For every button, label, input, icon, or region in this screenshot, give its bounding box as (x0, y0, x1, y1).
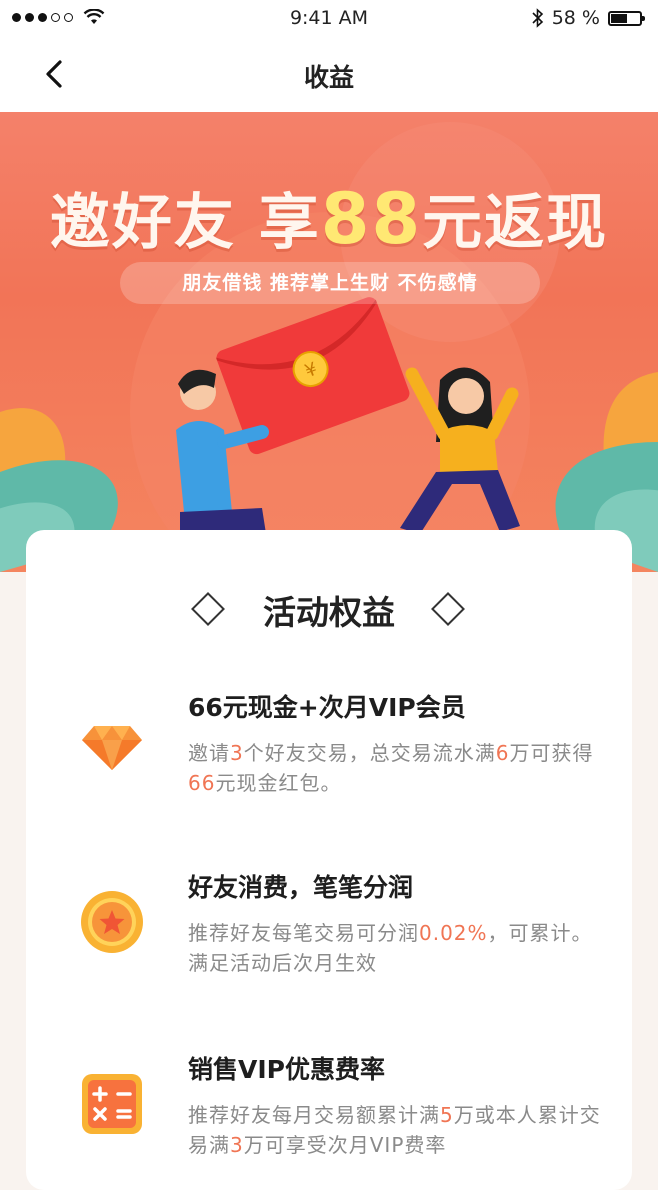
benefit-title: 好友消费，笔笔分润 (188, 873, 414, 902)
calculator-icon (82, 1074, 142, 1134)
desc-text: 推荐好友每笔交易可分润 (188, 921, 419, 945)
headline-amount: 88 (320, 178, 423, 260)
highlight-value: 0.02% (419, 921, 488, 945)
highlight-value: 5 (440, 1103, 454, 1127)
desc-text: 个好友交易，总交易流水满 (243, 741, 496, 765)
highlight-value: 66 (188, 771, 216, 795)
promo-banner: ¥ 邀好友 享88元返现 朋友借钱 推荐掌上生财 不伤感情 (0, 112, 658, 572)
headline-text-1: 邀好友 享 (49, 188, 321, 258)
benefit-title: 66元现金+次月VIP会员 (188, 693, 466, 722)
nav-bar: 收益 (0, 36, 658, 112)
desc-text: 万可享受次月VIP费率 (243, 1133, 447, 1157)
desc-text: 邀请 (188, 741, 230, 765)
bluetooth-icon (532, 8, 543, 28)
battery-percent: 58 % (551, 7, 600, 29)
section-title: 活动权益 (263, 593, 395, 632)
benefit-desc: 推荐好友每月交易额累计满5万或本人累计交易满3万可享受次月VIP费率 (188, 1100, 608, 1160)
benefit-desc: 邀请3个好友交易，总交易流水满6万可获得 66元现金红包。 (188, 738, 608, 798)
highlight-value: 3 (230, 1133, 244, 1157)
desc-text: 万可获得 (509, 741, 594, 765)
banner-headline: 邀好友 享88元返现 (0, 174, 658, 261)
status-bar: 9:41 AM 58 % (0, 0, 658, 36)
desc-text: 推荐好友每月交易额累计满 (188, 1103, 440, 1127)
page-title: 收益 (303, 63, 354, 92)
diamond-icon (82, 726, 142, 770)
desc-text: 元现金红包。 (215, 771, 342, 795)
benefit-title: 销售VIP优惠费率 (188, 1055, 385, 1084)
highlight-value: 3 (230, 741, 244, 765)
battery-icon (608, 10, 645, 26)
benefit-desc: 推荐好友每笔交易可分润0.02%，可累计。满足活动后次月生效 (188, 918, 608, 978)
star-coin-icon (81, 891, 143, 953)
highlight-value: 6 (495, 741, 510, 765)
benefits-card: 活动权益 66元现金+次月VIP会员 邀请3个好友交易，总交易流水满6万可获得6… (26, 530, 632, 1190)
headline-text-2: 元返现 (422, 188, 609, 258)
banner-subtitle: 朋友借钱 推荐掌上生财 不伤感情 (120, 262, 540, 304)
